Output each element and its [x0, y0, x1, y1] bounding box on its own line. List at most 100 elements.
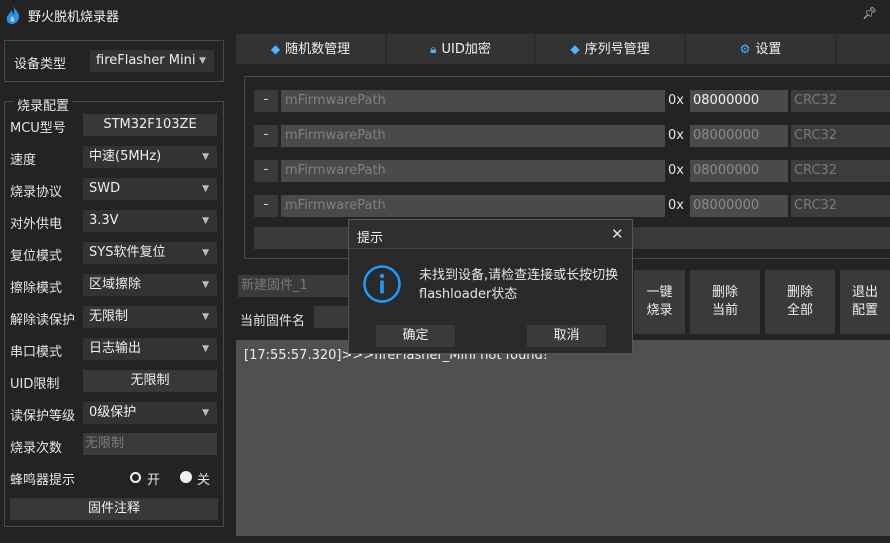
protocol-value: SWD — [89, 181, 121, 196]
tab-uid-label: UID加密 — [441, 42, 491, 57]
info-icon — [363, 265, 401, 303]
tab-serial-number[interactable]: ◆ 序列号管理 — [536, 34, 684, 64]
tab-random[interactable]: ◆ 随机数管理 — [236, 34, 385, 64]
reset-value: SYS软件复位 — [89, 245, 166, 260]
serial-label: 串口模式 — [10, 345, 63, 360]
tab-uid-encrypt[interactable]: 🔒︎ UID加密 — [387, 34, 534, 64]
tab-extra[interactable] — [837, 34, 890, 64]
power-select[interactable]: 3.3V ▼ — [83, 210, 217, 232]
uid-label: UID限制 — [10, 377, 60, 392]
burn-label-2: 烧录 — [646, 303, 673, 318]
eraser-icon: ◆ — [270, 42, 281, 56]
device-type-value: fireFlasher Mini — [96, 53, 196, 68]
remove-firmware-button[interactable]: - — [254, 195, 278, 217]
speed-label: 速度 — [10, 153, 37, 168]
burn-label-1: 一键 — [646, 285, 673, 300]
rdp-label: 读保护等级 — [10, 409, 76, 424]
erase-select[interactable]: 区域擦除 ▼ — [83, 274, 217, 296]
address-prefix: 0x — [668, 128, 684, 143]
remove-firmware-button[interactable]: - — [254, 160, 278, 182]
protocol-select[interactable]: SWD ▼ — [83, 178, 217, 200]
dialog-message: 未找到设备,请检查连接或长按切换 flashloader状态 — [419, 266, 629, 304]
chevron-down-icon: ▼ — [202, 248, 209, 258]
unprotect-label: 解除读保护 — [10, 313, 76, 328]
chevron-down-icon: ▼ — [202, 216, 209, 226]
chevron-down-icon: ▼ — [202, 408, 209, 418]
tab-settings-label: 设置 — [755, 42, 782, 57]
buzzer-off-label: 关 — [197, 473, 211, 488]
address-prefix: 0x — [668, 198, 684, 213]
unprotect-select[interactable]: 无限制 ▼ — [83, 306, 217, 328]
exit-config-label-2: 配置 — [851, 303, 878, 318]
uid-limit-button[interactable]: 无限制 — [83, 370, 217, 392]
count-label: 烧录次数 — [10, 441, 63, 456]
config-group-title: 烧录配置 — [14, 95, 73, 114]
pin-icon[interactable]: 📌︎ — [862, 6, 877, 20]
gear-icon: ⚙ — [739, 42, 751, 56]
exit-config-label-1: 退出 — [851, 285, 878, 300]
firmware-notes-button[interactable]: 固件注释 — [10, 498, 218, 520]
buzzer-off-radio[interactable] — [180, 471, 192, 483]
crc-field: CRC32 — [791, 160, 890, 182]
rdp-select[interactable]: 0级保护 ▼ — [83, 402, 217, 424]
address-input[interactable]: 08000000 — [690, 195, 788, 217]
delete-all-button[interactable]: 删除 全部 — [765, 270, 835, 334]
new-firmware-name-input[interactable]: 新建固件_1 — [238, 275, 348, 297]
mcu-select-button[interactable]: STM32F103ZE — [83, 114, 217, 136]
serial-select[interactable]: 日志输出 ▼ — [83, 338, 217, 360]
address-input[interactable]: 08000000 — [690, 125, 788, 147]
firmware-path-input[interactable]: mFirmwarePath — [281, 90, 665, 112]
close-icon[interactable]: ✕ — [611, 225, 624, 243]
chevron-down-icon: ▼ — [202, 280, 209, 290]
app-title: 野火脱机烧录器 — [28, 10, 120, 25]
firmware-path-input[interactable]: mFirmwarePath — [281, 160, 665, 182]
title-bar — [0, 0, 890, 30]
erase-value: 区域擦除 — [89, 277, 142, 292]
address-input[interactable]: 08000000 — [690, 160, 788, 182]
exit-config-button[interactable]: 退出 配置 — [840, 270, 890, 334]
chevron-down-icon: ▼ — [202, 184, 209, 194]
cancel-button[interactable]: 取消 — [527, 325, 606, 347]
crc-field: CRC32 — [791, 195, 890, 217]
lock-icon: 🔒︎ — [430, 42, 437, 56]
mcu-label: MCU型号 — [10, 121, 66, 136]
reset-label: 复位模式 — [10, 249, 63, 264]
power-label: 对外供电 — [10, 217, 63, 232]
remove-firmware-button[interactable]: - — [254, 90, 278, 112]
tab-serial-label: 序列号管理 — [584, 42, 650, 57]
crc-field: CRC32 — [791, 125, 890, 147]
delete-all-label-2: 全部 — [786, 303, 813, 318]
ok-button[interactable]: 确定 — [376, 325, 455, 347]
eraser-icon: ◆ — [570, 42, 580, 56]
crc-field: CRC32 — [791, 90, 890, 112]
count-input[interactable]: 无限制 — [83, 433, 217, 455]
address-input[interactable]: 08000000 — [690, 90, 788, 112]
dialog-title: 提示 — [357, 231, 384, 246]
firmware-path-input[interactable]: mFirmwarePath — [281, 195, 665, 217]
current-firmware-field[interactable] — [314, 306, 348, 328]
dialog-message-line-1: 未找到设备,请检查连接或长按切换 — [419, 268, 619, 283]
buzzer-on-radio[interactable] — [130, 472, 141, 483]
burn-button[interactable]: 一键 烧录 — [634, 270, 685, 334]
address-prefix: 0x — [668, 163, 684, 178]
protocol-label: 烧录协议 — [10, 185, 63, 200]
buzzer-on-label: 开 — [147, 473, 161, 488]
reset-select[interactable]: SYS软件复位 ▼ — [83, 242, 217, 264]
alert-dialog: 提示 ✕ 未找到设备,请检查连接或长按切换 flashloader状态 确定 取… — [348, 219, 633, 354]
flame-icon — [6, 6, 20, 24]
delete-current-button[interactable]: 删除 当前 — [690, 270, 760, 334]
tab-settings[interactable]: ⚙ 设置 — [686, 34, 835, 64]
chevron-down-icon: ▼ — [199, 56, 206, 66]
erase-label: 擦除模式 — [10, 281, 63, 296]
chevron-down-icon: ▼ — [202, 312, 209, 322]
device-type-select[interactable]: fireFlasher Mini ▼ — [90, 50, 214, 72]
remove-firmware-button[interactable]: - — [254, 125, 278, 147]
firmware-path-input[interactable]: mFirmwarePath — [281, 125, 665, 147]
rdp-value: 0级保护 — [89, 405, 137, 420]
dialog-title-bar — [349, 220, 632, 249]
address-prefix: 0x — [668, 93, 684, 108]
speed-select[interactable]: 中速(5MHz) ▼ — [83, 146, 217, 168]
log-output[interactable]: [17:55:57.320]>>>fireFlasher_Mini not fo… — [236, 340, 890, 536]
dialog-message-line-2: flashloader状态 — [419, 287, 518, 302]
chevron-down-icon: ▼ — [202, 344, 209, 354]
